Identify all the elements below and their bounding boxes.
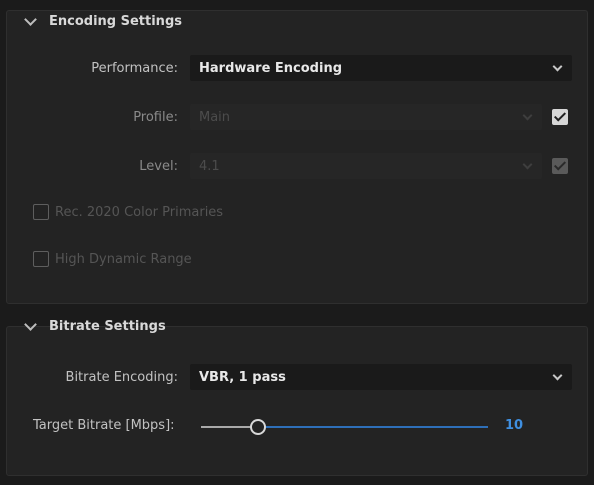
profile-value: Main (199, 109, 231, 125)
hdr-row[interactable]: High Dynamic Range (33, 251, 192, 267)
chevron-down-icon (522, 159, 533, 170)
hdr-label: High Dynamic Range (55, 251, 192, 267)
level-label: Level: (139, 158, 178, 174)
bitrate-encoding-value: VBR, 1 pass (199, 369, 286, 385)
bitrate-settings-header[interactable]: Bitrate Settings (24, 318, 166, 334)
target-bitrate-value[interactable]: 10 (505, 418, 523, 433)
encoder-settings-dialog: Encoding Settings Performance: Hardware … (0, 0, 594, 485)
target-bitrate-track[interactable] (258, 426, 488, 428)
encoding-settings-header[interactable]: Encoding Settings (24, 13, 182, 29)
profile-row: Profile: Main (20, 104, 568, 130)
bitrate-encoding-dropdown[interactable]: VBR, 1 pass (190, 364, 572, 390)
profile-label: Profile: (133, 109, 178, 125)
level-row: Level: 4.1 (20, 153, 568, 179)
performance-row: Performance: Hardware Encoding (20, 55, 572, 81)
chevron-down-icon[interactable] (24, 13, 37, 26)
target-bitrate-label: Target Bitrate [Mbps]: (33, 418, 175, 433)
performance-label: Performance: (91, 60, 178, 76)
chevron-down-icon (552, 61, 563, 72)
target-bitrate-row: Target Bitrate [Mbps]: (33, 418, 175, 433)
bitrate-settings-title: Bitrate Settings (49, 319, 166, 334)
hdr-checkbox[interactable] (33, 251, 49, 267)
performance-value: Hardware Encoding (199, 60, 342, 76)
performance-dropdown[interactable]: Hardware Encoding (190, 55, 572, 81)
encoding-settings-title: Encoding Settings (49, 14, 182, 29)
level-value: 4.1 (199, 158, 220, 174)
profile-dropdown: Main (190, 104, 542, 130)
bitrate-encoding-label: Bitrate Encoding: (65, 369, 178, 385)
rec2020-label: Rec. 2020 Color Primaries (55, 204, 224, 220)
bitrate-settings-panel (6, 326, 588, 476)
chevron-down-icon (552, 370, 563, 381)
rec2020-checkbox[interactable] (33, 204, 49, 220)
chevron-down-icon[interactable] (24, 318, 37, 331)
rec2020-row[interactable]: Rec. 2020 Color Primaries (33, 204, 223, 220)
chevron-down-icon (522, 110, 533, 121)
profile-checkbox[interactable] (552, 109, 568, 125)
bitrate-encoding-row: Bitrate Encoding: VBR, 1 pass (20, 364, 572, 390)
level-dropdown: 4.1 (190, 153, 542, 179)
level-checkbox (552, 158, 568, 174)
